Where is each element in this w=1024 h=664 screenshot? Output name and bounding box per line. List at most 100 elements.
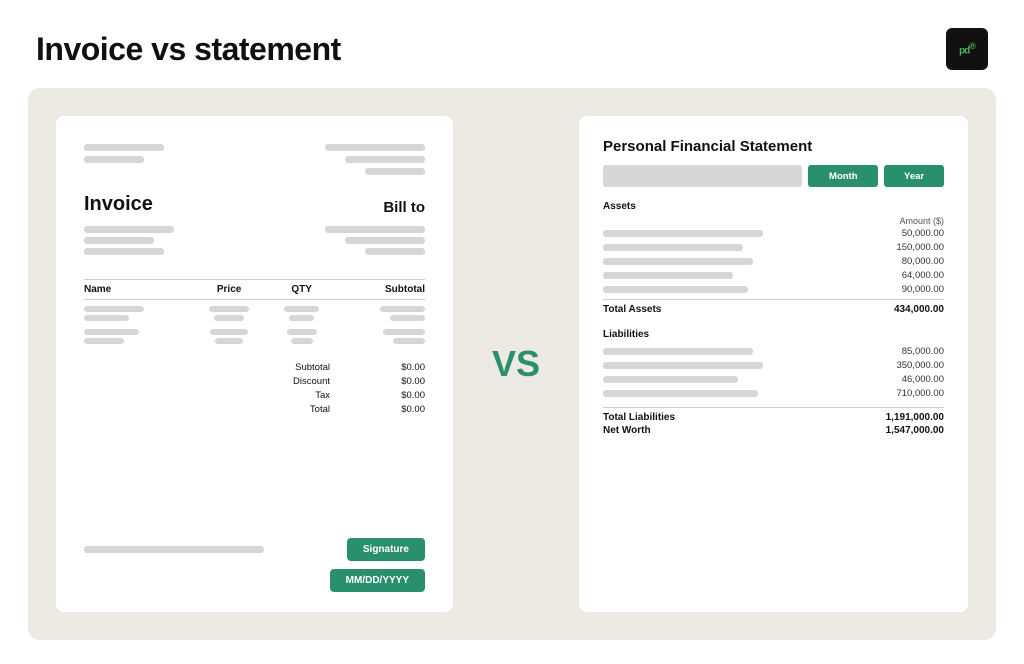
row-price-bars [193, 306, 266, 321]
deco-bar [287, 329, 317, 335]
deco-bar [345, 156, 425, 163]
deco-bar [390, 315, 425, 321]
deco-bar [393, 338, 425, 344]
deco-bar [210, 329, 248, 335]
total-liabilities-value: 1,191,000.00 [886, 412, 944, 423]
statement-month-field[interactable]: Month [808, 165, 878, 187]
table-row: 150,000.00 [603, 242, 944, 253]
table-row: 46,000.00 [603, 374, 944, 385]
deco-bar [284, 306, 319, 312]
inv-info-bars [84, 226, 425, 255]
statement-name-field[interactable] [603, 165, 802, 187]
logo: pd® [946, 28, 988, 70]
statement-title: Personal Financial Statement [603, 138, 944, 155]
deco-bar [291, 338, 313, 344]
inv-info-left [84, 226, 174, 255]
signature-line [84, 546, 264, 553]
table-row [84, 329, 425, 344]
invoice-summary: Subtotal $0.00 Discount $0.00 Tax $0.00 … [84, 356, 425, 418]
deco-bar [84, 226, 174, 233]
row-name-bars [84, 329, 193, 344]
table-row: 85,000.00 [603, 346, 944, 357]
row-subtotal-bars [338, 329, 425, 344]
table-row [84, 306, 425, 321]
deco-bar [325, 226, 425, 233]
liabilities-label: Liabilities [603, 329, 944, 340]
asset-amount: 50,000.00 [902, 228, 944, 239]
asset-amount: 150,000.00 [896, 242, 944, 253]
total-label: Total [310, 404, 330, 415]
page-title: Invoice vs statement [36, 31, 341, 68]
total-value: $0.00 [370, 404, 425, 415]
summary-tax-row: Tax $0.00 [84, 390, 425, 401]
deco-bar [84, 144, 164, 151]
deco-bar [84, 315, 129, 321]
deco-bar [84, 248, 164, 255]
vs-label: VS [481, 343, 551, 385]
discount-value: $0.00 [370, 376, 425, 387]
statement-card: Personal Financial Statement Month Year … [579, 116, 968, 612]
summary-total-row: Total $0.00 [84, 404, 425, 415]
deco-bar [325, 144, 425, 151]
asset-bar [603, 258, 753, 265]
table-row: 64,000.00 [603, 270, 944, 281]
total-liabilities-label: Total Liabilities [603, 412, 675, 423]
liability-amount: 710,000.00 [896, 388, 944, 399]
asset-amount: 80,000.00 [902, 256, 944, 267]
inv-top-left [84, 144, 164, 175]
total-assets-value: 434,000.00 [894, 304, 944, 315]
assets-col-headers: Amount ($) [603, 216, 944, 226]
main-content-area: Invoice Bill to Name Price QTY Subtotal [28, 88, 996, 640]
liability-bar [603, 376, 738, 383]
row-name-bars [84, 306, 193, 321]
deco-bar [383, 329, 425, 335]
asset-bar [603, 230, 763, 237]
invoice-title: Invoice [84, 193, 153, 216]
table-row: 80,000.00 [603, 256, 944, 267]
invoice-title-row: Invoice Bill to [84, 193, 425, 216]
asset-amount: 90,000.00 [902, 284, 944, 295]
tax-value: $0.00 [370, 390, 425, 401]
date-button[interactable]: MM/DD/YYYY [330, 569, 425, 592]
net-worth-label: Net Worth [603, 425, 651, 436]
total-liabilities-row: Total Liabilities 1,191,000.00 [603, 407, 944, 423]
col-name: Name [84, 284, 193, 295]
liability-bar [603, 348, 753, 355]
asset-bar [603, 272, 733, 279]
deco-bar [209, 306, 249, 312]
col-subtotal: Subtotal [338, 284, 425, 295]
subtotal-label: Subtotal [295, 362, 330, 373]
table-row: 350,000.00 [603, 360, 944, 371]
inv-info-right [325, 226, 425, 255]
signature-row: Signature [84, 538, 425, 561]
deco-bar [84, 338, 124, 344]
col-price: Price [193, 284, 266, 295]
col-qty: QTY [265, 284, 338, 295]
row-qty-bars [265, 306, 338, 321]
invoice-rows [84, 306, 425, 344]
deco-bar [365, 168, 425, 175]
subtotal-value: $0.00 [370, 362, 425, 373]
deco-bar [214, 315, 244, 321]
deco-bar [84, 306, 144, 312]
statement-header-row: Month Year [603, 165, 944, 187]
table-row: 710,000.00 [603, 388, 944, 399]
deco-bar [84, 156, 144, 163]
liability-amount: 46,000.00 [902, 374, 944, 385]
invoice-top-decoration [84, 144, 425, 175]
deco-bar [289, 315, 314, 321]
liability-bar [603, 390, 758, 397]
signature-button[interactable]: Signature [347, 538, 425, 561]
total-assets-row: Total Assets 434,000.00 [603, 299, 944, 315]
assets-rows: 50,000.00 150,000.00 80,000.00 64,000.00… [603, 228, 944, 295]
statement-year-field[interactable]: Year [884, 165, 944, 187]
deco-bar [345, 237, 425, 244]
table-row: 50,000.00 [603, 228, 944, 239]
asset-bar [603, 244, 743, 251]
page-header: Invoice vs statement pd® [0, 0, 1024, 88]
total-assets-label: Total Assets [603, 304, 661, 315]
net-worth-row: Net Worth 1,547,000.00 [603, 425, 944, 436]
deco-bar [84, 329, 139, 335]
row-price-bars [193, 329, 266, 344]
deco-bar [365, 248, 425, 255]
